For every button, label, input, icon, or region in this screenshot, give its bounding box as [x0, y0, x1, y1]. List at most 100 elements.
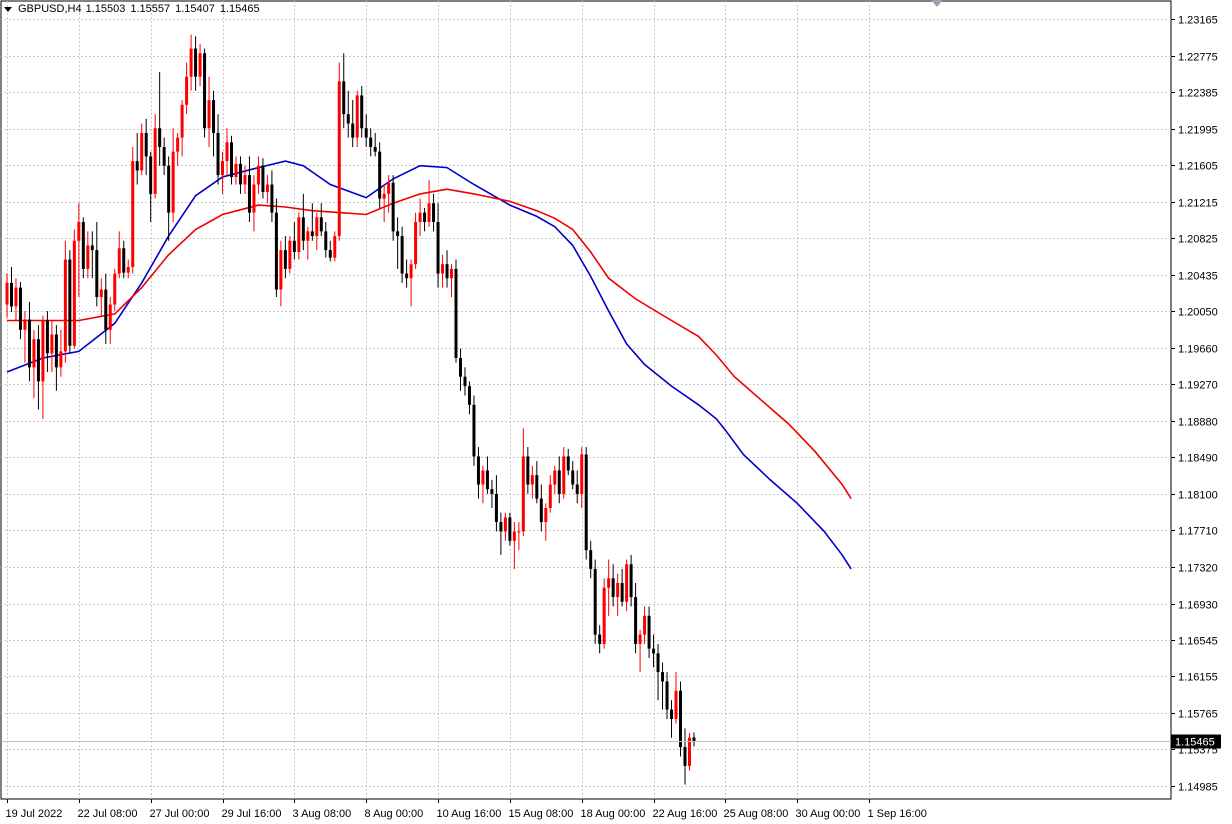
candle-body[interactable] [261, 165, 265, 192]
candle-body[interactable] [450, 268, 454, 279]
candle-body[interactable] [104, 289, 108, 330]
candle-body[interactable] [521, 456, 525, 532]
candle-body[interactable] [41, 320, 45, 382]
candle-body[interactable] [589, 550, 593, 569]
candle-body[interactable] [171, 151, 175, 213]
candle-body[interactable] [364, 128, 368, 138]
candle-body[interactable] [216, 132, 220, 176]
candle-body[interactable] [638, 634, 642, 644]
candle-body[interactable] [512, 531, 516, 541]
candle-body[interactable] [580, 454, 584, 494]
candle-body[interactable] [625, 564, 629, 602]
candle-body[interactable] [333, 236, 337, 258]
candle-body[interactable] [643, 615, 647, 635]
candle-body[interactable] [180, 104, 184, 138]
candle-body[interactable] [611, 578, 615, 598]
candle-body[interactable] [544, 507, 548, 523]
candle-body[interactable] [86, 245, 90, 269]
candle-body[interactable] [90, 245, 94, 251]
candle-body[interactable] [131, 161, 135, 268]
candle-body[interactable] [256, 165, 260, 185]
candle-body[interactable] [503, 517, 507, 532]
candle-body[interactable] [351, 123, 355, 138]
candle-body[interactable] [306, 231, 310, 241]
candle-body[interactable] [458, 357, 462, 377]
candle-body[interactable] [23, 319, 27, 330]
candle-body[interactable] [665, 681, 669, 710]
candle-body[interactable] [436, 222, 440, 274]
candle-body[interactable] [5, 282, 9, 305]
candle-body[interactable] [288, 240, 292, 269]
candle-body[interactable] [167, 165, 171, 213]
price-axis[interactable]: 1.23165 1.22775 1.22385 1.21995 1.21605 1.212… [1171, 15, 1218, 794]
candle-body[interactable] [683, 747, 687, 766]
candle-body[interactable] [265, 184, 269, 192]
candle-body[interactable] [221, 161, 225, 176]
candle-body[interactable] [490, 489, 494, 494]
candle-body[interactable] [418, 212, 422, 223]
candle-body[interactable] [270, 184, 274, 213]
candle-body[interactable] [324, 231, 328, 251]
price-chart[interactable]: 1.23165 1.22775 1.22385 1.21995 1.21605 1.212… [0, 0, 1232, 824]
candle-body[interactable] [315, 217, 319, 237]
candle-body[interactable] [530, 475, 534, 485]
candle-body[interactable] [360, 95, 364, 129]
candle-body[interactable] [387, 182, 391, 194]
candle-body[interactable] [405, 273, 409, 279]
candle-body[interactable] [355, 95, 359, 138]
candle-body[interactable] [553, 470, 557, 485]
candle-body[interactable] [692, 737, 696, 741]
candle-body[interactable] [207, 100, 211, 129]
candle-body[interactable] [571, 470, 575, 485]
candle-body[interactable] [153, 128, 157, 194]
candle-body[interactable] [95, 250, 99, 298]
candle-body[interactable] [328, 250, 332, 258]
candle-body[interactable] [238, 163, 242, 185]
candle-body[interactable] [679, 690, 682, 748]
candle-body[interactable] [18, 287, 22, 330]
candle-body[interactable] [243, 175, 247, 185]
scroll-marker-icon[interactable] [931, 0, 943, 7]
candle-body[interactable] [50, 334, 54, 354]
candle-body[interactable] [670, 709, 674, 719]
candle-body[interactable] [225, 142, 229, 162]
candle-body[interactable] [485, 470, 489, 490]
candle-body[interactable] [373, 146, 377, 152]
candle-body[interactable] [476, 456, 480, 485]
candle-body[interactable] [396, 231, 400, 237]
candle-body[interactable] [616, 582, 620, 598]
candle-body[interactable] [99, 289, 103, 298]
candle-body[interactable] [337, 81, 341, 237]
candle-body[interactable] [59, 351, 63, 368]
candle-body[interactable] [45, 320, 49, 354]
candle-body[interactable] [494, 493, 498, 523]
candle-body[interactable] [499, 522, 503, 532]
candle-body[interactable] [602, 587, 606, 644]
candle-body[interactable] [14, 287, 18, 307]
candle-body[interactable] [414, 222, 418, 265]
candle-body[interactable] [301, 217, 305, 241]
time-axis[interactable]: 19 Jul 2022 22 Jul 08:00 27 Jul 00:00 29 Ju… [6, 799, 927, 820]
candle-body[interactable] [423, 212, 427, 223]
candle-body[interactable] [149, 156, 153, 194]
candle-body[interactable] [566, 456, 570, 471]
candle-body[interactable] [467, 386, 471, 405]
candle-body[interactable] [378, 151, 382, 199]
candle-body[interactable] [629, 564, 633, 598]
candle-body[interactable] [144, 132, 148, 157]
candle-body[interactable] [252, 184, 256, 213]
candle-body[interactable] [656, 653, 660, 673]
candle-body[interactable] [77, 222, 81, 241]
candle-body[interactable] [230, 142, 233, 177]
candle-body[interactable] [234, 163, 238, 177]
candle-body[interactable] [292, 240, 296, 253]
chevron-down-icon[interactable] [4, 6, 12, 12]
candle-body[interactable] [409, 264, 413, 279]
candle-body[interactable] [162, 146, 166, 166]
candle-body[interactable] [562, 456, 566, 494]
candle-body[interactable] [247, 175, 251, 213]
candle-body[interactable] [432, 203, 436, 223]
candle-body[interactable] [441, 264, 445, 274]
candle-body[interactable] [189, 48, 193, 77]
candle-body[interactable] [463, 376, 467, 387]
